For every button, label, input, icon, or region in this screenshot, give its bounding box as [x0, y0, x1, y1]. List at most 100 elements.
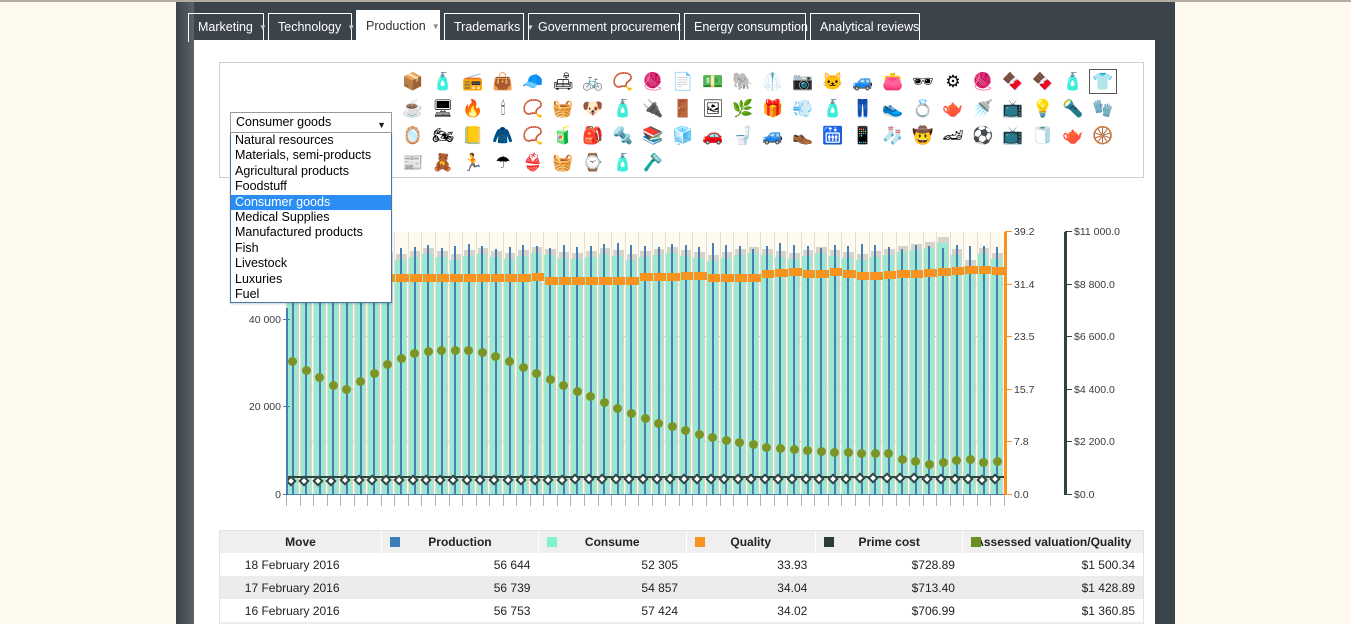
toilet-icon[interactable]: 🚽: [728, 122, 758, 149]
sneakers-icon[interactable]: 👟: [878, 95, 908, 122]
backpack-icon[interactable]: 🎒: [578, 122, 608, 149]
jeans-icon[interactable]: 👖: [848, 95, 878, 122]
car-suv-icon[interactable]: 🚙: [848, 68, 878, 95]
mirror-icon[interactable]: 🪞: [398, 122, 428, 149]
kettle-icon[interactable]: 🫖: [938, 95, 968, 122]
blender-icon[interactable]: 🧃: [548, 122, 578, 149]
red-coat-icon[interactable]: 🧥: [488, 122, 518, 149]
socks-icon[interactable]: 🧦: [878, 122, 908, 149]
category-option-agricultural-products[interactable]: Agricultural products: [231, 164, 391, 179]
wristwatch-icon[interactable]: ⌚: [578, 149, 608, 176]
painting-icon[interactable]: 🖼: [698, 95, 728, 122]
table-column-header-consume[interactable]: Consume: [538, 531, 687, 553]
ring-icon[interactable]: 💍: [908, 95, 938, 122]
category-option-fish[interactable]: Fish: [231, 241, 391, 256]
blue-car-icon[interactable]: 🚙: [758, 122, 788, 149]
floor-lamp-icon[interactable]: 🔦: [1058, 95, 1088, 122]
treadmill-icon[interactable]: 🏃: [458, 149, 488, 176]
washer-icon[interactable]: 🧺: [548, 95, 578, 122]
elevator-icon[interactable]: 🛗: [818, 122, 848, 149]
category-option-consumer-goods[interactable]: Consumer goods: [231, 194, 391, 211]
category-option-luxuries[interactable]: Luxuries: [231, 272, 391, 287]
table-row[interactable]: 17 February 2016 56 739 54 857 34.04 $713.40…: [220, 576, 1143, 599]
soccer-ball-icon[interactable]: ⚽: [968, 122, 998, 149]
suit-icon[interactable]: 🥼: [758, 68, 788, 95]
smartphone-icon[interactable]: 📱: [848, 122, 878, 149]
cosmetics-icon[interactable]: 🧴: [818, 95, 848, 122]
car-sedan-icon[interactable]: 🚗: [698, 122, 728, 149]
oven-icon[interactable]: 🔥: [458, 95, 488, 122]
cleaning-spray-icon[interactable]: 🧴: [1058, 68, 1088, 95]
sombrero-icon[interactable]: 🤠: [908, 122, 938, 149]
refrigerator-icon[interactable]: 🧊: [668, 122, 698, 149]
shaver-icon[interactable]: 🪒: [638, 149, 668, 176]
hair-dryer-icon[interactable]: 💨: [788, 95, 818, 122]
table-column-header-quality[interactable]: Quality: [686, 531, 816, 553]
category-option-fuel[interactable]: Fuel: [231, 287, 391, 302]
detergent-icon[interactable]: 🧴: [608, 149, 638, 176]
sink-icon[interactable]: 🚿: [968, 95, 998, 122]
antifreeze-canister-icon[interactable]: 🧴: [428, 68, 458, 95]
iron-icon[interactable]: 🔌: [638, 95, 668, 122]
candle-icon[interactable]: 🕯: [488, 95, 518, 122]
towels-icon[interactable]: 🧻: [1028, 122, 1058, 149]
green-tshirt-icon[interactable]: 👕: [1088, 68, 1118, 95]
banknotes-icon[interactable]: 💵: [698, 68, 728, 95]
category-select-box[interactable]: Consumer goods ▼: [230, 112, 392, 133]
category-option-manufactured-products[interactable]: Manufactured products: [231, 225, 391, 240]
garden-rake-icon[interactable]: 🌿: [728, 95, 758, 122]
tv-crt-icon[interactable]: 📺: [998, 122, 1028, 149]
books-icon[interactable]: 📚: [638, 122, 668, 149]
light-bulb-icon[interactable]: 💡: [1028, 95, 1058, 122]
leather-shoes-icon[interactable]: 👞: [788, 122, 818, 149]
category-option-materials-semi-products[interactable]: Materials, semi-products: [231, 148, 391, 163]
tab-trademarks[interactable]: Trademarks ▼: [444, 13, 534, 42]
dog-food-icon[interactable]: 🐶: [578, 95, 608, 122]
washing-machine-icon[interactable]: 🧺: [548, 149, 578, 176]
sunglasses-icon[interactable]: 🕶: [908, 68, 938, 95]
tab-production[interactable]: Production ▼: [356, 10, 440, 44]
sofa-icon[interactable]: 🛋: [548, 68, 578, 95]
yellow-purse-icon[interactable]: 👛: [878, 68, 908, 95]
tab-analytical-reviews[interactable]: Analytical reviews: [810, 13, 920, 42]
tab-energy-consumption[interactable]: Energy consumption: [684, 13, 808, 42]
teapot-icon[interactable]: 🫖: [1058, 122, 1088, 149]
motor-oil-icon[interactable]: 🧴: [608, 95, 638, 122]
paper-stack-icon[interactable]: 📄: [668, 68, 698, 95]
magazines-icon[interactable]: 📰: [398, 149, 428, 176]
blanket-icon[interactable]: 🧶: [638, 68, 668, 95]
air-conditioner-icon[interactable]: 📦: [398, 68, 428, 95]
tv-flat-icon[interactable]: 📺: [998, 95, 1028, 122]
motorcycle-icon[interactable]: 🏍: [428, 122, 458, 149]
carpet-icon[interactable]: 🧶: [968, 68, 998, 95]
pearls-icon[interactable]: 📿: [518, 95, 548, 122]
bra-icon[interactable]: 👙: [518, 149, 548, 176]
bicycle-icon[interactable]: 🚲: [578, 68, 608, 95]
gift-box-icon[interactable]: 🎁: [758, 95, 788, 122]
table-row[interactable]: 18 February 2016 56 644 52 305 33.93 $728.89…: [220, 553, 1143, 576]
table-column-header-move[interactable]: Move: [220, 531, 383, 553]
gloves-icon[interactable]: 🧤: [1088, 95, 1118, 122]
tab-government-procurement[interactable]: Government procurement: [528, 13, 680, 42]
table-row[interactable]: 16 February 2016 56 753 57 424 34.02 $706.99…: [220, 599, 1143, 622]
necklace-icon[interactable]: 📿: [608, 68, 638, 95]
tab-marketing[interactable]: Marketing ▼: [188, 13, 267, 42]
dolls-icon[interactable]: 🧸: [428, 149, 458, 176]
computer-monitor-icon[interactable]: 🖥: [428, 95, 458, 122]
beads-icon[interactable]: 📿: [518, 122, 548, 149]
product-icon-grid[interactable]: 📦 🧴 📻 👜 🧢 🛋 🚲 📿 🧶 📄 💵 🐘 🥼 📷 🐱 🚙 👛 🕶 ⚙ 🧶 🍫 🍫 🧴 👕 ☕ 🖥 🔥 🕯 📿 🧺 🐶 🧴 🔌 🚪 🖼 🌿 🎁 💨 🧴 👖…: [398, 68, 1138, 176]
notebook-icon[interactable]: 📒: [458, 122, 488, 149]
table-column-header-production[interactable]: Production: [381, 531, 539, 553]
cat-food-icon[interactable]: 🐱: [818, 68, 848, 95]
category-select-dropdown[interactable]: Natural resources Materials, semi-product…: [230, 133, 392, 304]
tire-icon[interactable]: 🛞: [1088, 122, 1118, 149]
power-drill-icon[interactable]: 🔩: [608, 122, 638, 149]
coffee-machine-icon[interactable]: ☕: [398, 95, 428, 122]
handbag-leather-icon[interactable]: 👜: [488, 68, 518, 95]
tab-technology[interactable]: Technology ▼: [268, 13, 355, 42]
camera-icon[interactable]: 📷: [788, 68, 818, 95]
table-column-header-assessed-valuation-quality[interactable]: Assessed valuation/Quality: [962, 531, 1143, 553]
sports-car-icon[interactable]: 🏎: [938, 122, 968, 149]
umbrella-icon[interactable]: ☂: [488, 149, 518, 176]
audio-system-icon[interactable]: 📻: [458, 68, 488, 95]
